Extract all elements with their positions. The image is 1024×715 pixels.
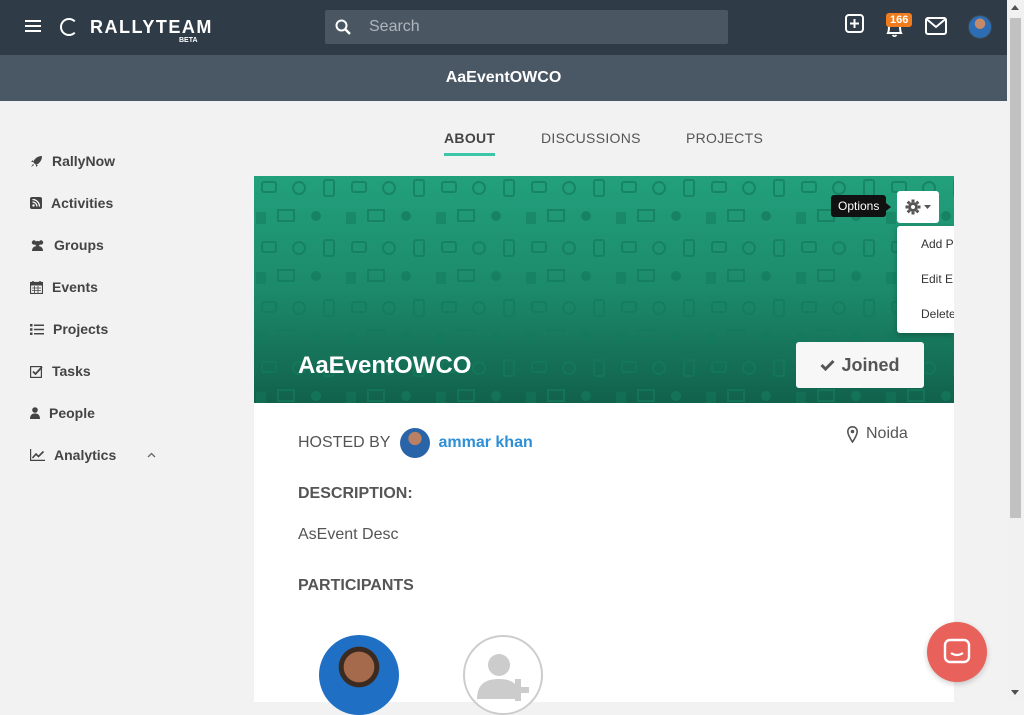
- dropdown-item-edit[interactable]: Edit E: [921, 272, 953, 286]
- event-title-bar: AaEventOWCO: [0, 55, 1007, 101]
- calendar-icon: [30, 280, 43, 294]
- participant-avatar[interactable]: [319, 635, 399, 715]
- host-name-link[interactable]: ammar khan: [438, 434, 532, 452]
- user-icon: [30, 407, 40, 419]
- location-text: Noida: [866, 425, 908, 442]
- sidebar-item-rallynow[interactable]: RallyNow: [30, 151, 115, 171]
- chat-icon: [943, 638, 971, 664]
- logo-beta: BETA: [179, 37, 198, 44]
- joined-button[interactable]: Joined: [796, 342, 924, 388]
- mail-icon[interactable]: [925, 17, 947, 35]
- search-icon: [335, 19, 351, 35]
- user-avatar[interactable]: [968, 15, 992, 39]
- scroll-thumb[interactable]: [1010, 18, 1021, 518]
- sidebar-item-events[interactable]: Events: [30, 277, 98, 297]
- sidebar-item-label: Projects: [53, 321, 109, 337]
- event-banner: AaEventOWCO Joined Options Add P Edit E …: [254, 176, 954, 403]
- dropdown-item-add[interactable]: Add P: [921, 237, 954, 251]
- options-tooltip: Options: [831, 195, 892, 217]
- participants-heading: PARTICIPANTS: [298, 577, 414, 594]
- chevron-up-icon[interactable]: [147, 452, 156, 458]
- description-heading: DESCRIPTION:: [298, 485, 413, 502]
- options-dropdown: Add P Edit E Delete: [897, 226, 954, 333]
- sidebar-item-groups[interactable]: Groups: [30, 235, 104, 255]
- add-participant-button[interactable]: [463, 635, 543, 715]
- page-scrollbar[interactable]: [1007, 0, 1024, 702]
- logo-ring-icon: [60, 18, 78, 36]
- tab-discussions[interactable]: DISCUSSIONS: [541, 130, 641, 146]
- hamburger-menu-icon[interactable]: [25, 20, 41, 34]
- sidebar-item-label: RallyNow: [52, 153, 116, 169]
- sidebar-item-label: People: [49, 405, 95, 421]
- chart-icon: [30, 449, 45, 461]
- sidebar-item-label: Tasks: [52, 363, 91, 379]
- joined-label: Joined: [841, 354, 900, 375]
- map-marker-icon: [847, 425, 858, 443]
- search-box[interactable]: [325, 10, 728, 44]
- sidebar-item-label: Events: [52, 279, 98, 295]
- event-card: AaEventOWCO Joined Options Add P Edit E …: [254, 176, 954, 715]
- sidebar-item-activities[interactable]: Activities: [30, 193, 113, 213]
- rss-icon: [30, 197, 42, 209]
- hosted-by: HOSTED BY ammar khan: [298, 428, 533, 458]
- event-location: Noida: [847, 425, 908, 443]
- search-input[interactable]: [369, 10, 719, 44]
- hosted-by-label: HOSTED BY: [298, 434, 391, 451]
- logo-text: RALLYTEAM: [90, 17, 213, 37]
- options-button[interactable]: [897, 191, 939, 223]
- tab-projects[interactable]: PROJECTS: [686, 130, 763, 146]
- sidebar-item-projects[interactable]: Projects: [30, 319, 108, 339]
- add-user-icon: [477, 654, 529, 701]
- host-avatar[interactable]: [400, 428, 431, 458]
- sidebar-item-people[interactable]: People: [30, 403, 95, 423]
- list-icon: [30, 323, 44, 335]
- dropdown-item-delete[interactable]: Delete: [921, 307, 954, 321]
- event-title: AaEventOWCO: [298, 352, 472, 379]
- notification-badge: 166: [886, 13, 913, 27]
- sidebar-item-label: Activities: [51, 195, 114, 211]
- add-icon[interactable]: [845, 14, 864, 33]
- sidebar-item-label: Analytics: [54, 447, 117, 463]
- tab-about[interactable]: ABOUT: [444, 130, 496, 156]
- checkbox-icon: [30, 365, 43, 378]
- rocket-icon: [31, 155, 42, 167]
- caret-down-icon: [924, 205, 931, 209]
- subbar-title: AaEventOWCO: [445, 69, 562, 86]
- gear-icon: [905, 199, 921, 215]
- description-text: AsEvent Desc: [298, 526, 399, 543]
- check-icon: [820, 359, 836, 371]
- sidebar-item-label: Groups: [54, 237, 104, 253]
- users-icon: [31, 240, 44, 251]
- scroll-down-arrow-icon[interactable]: [1011, 690, 1019, 695]
- chat-launcher-button[interactable]: [927, 622, 987, 682]
- sidebar-item-tasks[interactable]: Tasks: [30, 361, 91, 381]
- top-navbar: RALLYTEAM BETA 166: [0, 0, 1007, 55]
- sidebar-item-analytics[interactable]: Analytics: [30, 445, 165, 465]
- scroll-up-arrow-icon[interactable]: [1011, 5, 1019, 10]
